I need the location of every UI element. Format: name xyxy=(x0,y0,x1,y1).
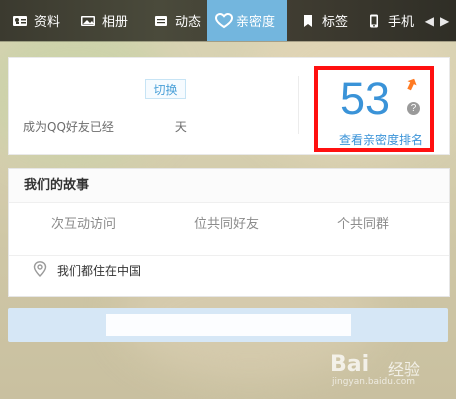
bottom-banner[interactable] xyxy=(8,308,448,342)
view-intimacy-ranking-link[interactable]: 查看亲密度排名 xyxy=(339,131,423,148)
friend-duration-prefix: 成为QQ好友已经 xyxy=(23,120,114,134)
tab-phone[interactable]: 手机 xyxy=(366,0,414,41)
interaction-visits-stat: 次互动访问 xyxy=(51,217,117,232)
summary-divider xyxy=(298,76,299,134)
friend-duration-suffix: 天 xyxy=(174,120,187,134)
mutual-groups-stat: 个共同群 xyxy=(336,217,389,232)
our-story-card: 我们的故事 次互动访问 位共同好友 个共同群 我们都住在中国 xyxy=(8,168,450,297)
switch-button[interactable]: 切换 xyxy=(145,79,186,99)
trend-up-icon xyxy=(403,77,418,95)
story-divider xyxy=(9,255,449,256)
mutual-friends-stat: 位共同好友 xyxy=(193,217,259,232)
intimacy-summary-card: 切换 成为QQ好友已经 天 53 ? 查看亲密度排名 xyxy=(8,57,450,155)
tab-album[interactable]: 相册 xyxy=(80,0,128,41)
intimacy-score-highlight: 53 ? 查看亲密度排名 xyxy=(314,66,434,152)
heart-icon xyxy=(214,12,234,29)
baidu-jingyan-watermark: Bai 经验 jingyan.baidu.com xyxy=(330,350,450,390)
location-text: 我们都住在中国 xyxy=(57,264,142,278)
tab-profile[interactable]: 资料 xyxy=(12,0,60,41)
location-row: 我们都住在中国 xyxy=(33,261,141,280)
watermark-url: jingyan.baidu.com xyxy=(332,377,416,387)
location-pin-icon xyxy=(33,261,47,280)
scroll-right-icon[interactable]: ▶ xyxy=(440,14,449,28)
tab-profile-label: 资料 xyxy=(34,15,61,30)
tab-album-label: 相册 xyxy=(102,15,129,30)
top-navigation-bar: 资料 相册 动态 亲密度 标签 手机 ◀ ▶ xyxy=(0,0,456,41)
tab-feed[interactable]: 动态 xyxy=(153,0,201,41)
tab-scroll-arrows: ◀ ▶ xyxy=(418,0,456,41)
profile-card-icon xyxy=(12,13,28,29)
help-icon[interactable]: ? xyxy=(407,102,420,115)
intimacy-score: 53 xyxy=(340,73,391,124)
story-stats: 次互动访问 位共同好友 个共同群 xyxy=(9,213,449,241)
our-story-title: 我们的故事 xyxy=(9,169,449,203)
tab-tags[interactable]: 标签 xyxy=(300,0,348,41)
tab-intimacy-label: 亲密度 xyxy=(236,15,276,30)
watermark-logo: Bai xyxy=(330,352,370,377)
tab-intimacy[interactable]: 亲密度 xyxy=(207,0,288,41)
banner-placeholder xyxy=(106,314,351,336)
bookmark-icon xyxy=(300,13,316,29)
tab-feed-label: 动态 xyxy=(175,15,202,30)
phone-icon xyxy=(366,13,382,29)
tab-phone-label: 手机 xyxy=(388,15,415,30)
friend-duration: 成为QQ好友已经 天 xyxy=(23,118,187,135)
tab-tags-label: 标签 xyxy=(322,15,349,30)
feed-icon xyxy=(153,13,169,29)
photo-icon xyxy=(80,13,96,29)
scroll-left-icon[interactable]: ◀ xyxy=(425,14,434,28)
